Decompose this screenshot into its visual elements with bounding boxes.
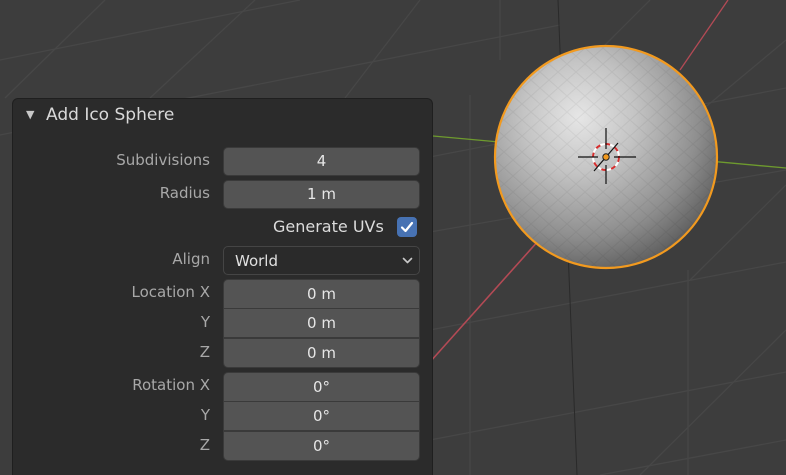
location-z-field[interactable]: 0 m xyxy=(223,338,420,368)
radius-field[interactable]: 1 m xyxy=(223,180,420,209)
rotation-x-field[interactable]: 0° xyxy=(223,372,420,402)
rotation-y-label: Y xyxy=(200,406,210,424)
subdivisions-label: Subdivisions xyxy=(116,151,210,169)
operator-redo-panel: ▼ Add Ico Sphere Subdivisions 4 Radius 1… xyxy=(12,98,433,475)
align-dropdown[interactable]: World xyxy=(223,246,420,275)
generate-uvs-label[interactable]: Generate UVs xyxy=(273,217,384,236)
location-z-label: Z xyxy=(199,343,210,361)
panel-title: Add Ico Sphere xyxy=(46,105,175,125)
location-y-label: Y xyxy=(200,313,210,331)
rotation-y-field[interactable]: 0° xyxy=(223,401,420,431)
object-origin-icon xyxy=(602,153,610,161)
checkmark-icon xyxy=(400,221,414,233)
align-dropdown-value: World xyxy=(235,252,278,270)
rotation-z-label: Z xyxy=(199,436,210,454)
generate-uvs-checkbox[interactable] xyxy=(397,217,417,237)
location-y-field[interactable]: 0 m xyxy=(223,308,420,338)
panel-header[interactable]: ▼ Add Ico Sphere xyxy=(13,99,432,135)
rotation-x-label: Rotation X xyxy=(132,376,210,394)
radius-label: Radius xyxy=(159,184,210,202)
rotation-z-field[interactable]: 0° xyxy=(223,431,420,461)
location-x-field[interactable]: 0 m xyxy=(223,279,420,309)
align-label: Align xyxy=(172,250,210,268)
subdivisions-field[interactable]: 4 xyxy=(223,147,420,176)
collapse-triangle-icon[interactable]: ▼ xyxy=(26,108,34,121)
chevron-down-icon xyxy=(402,257,413,264)
location-x-label: Location X xyxy=(131,283,211,301)
